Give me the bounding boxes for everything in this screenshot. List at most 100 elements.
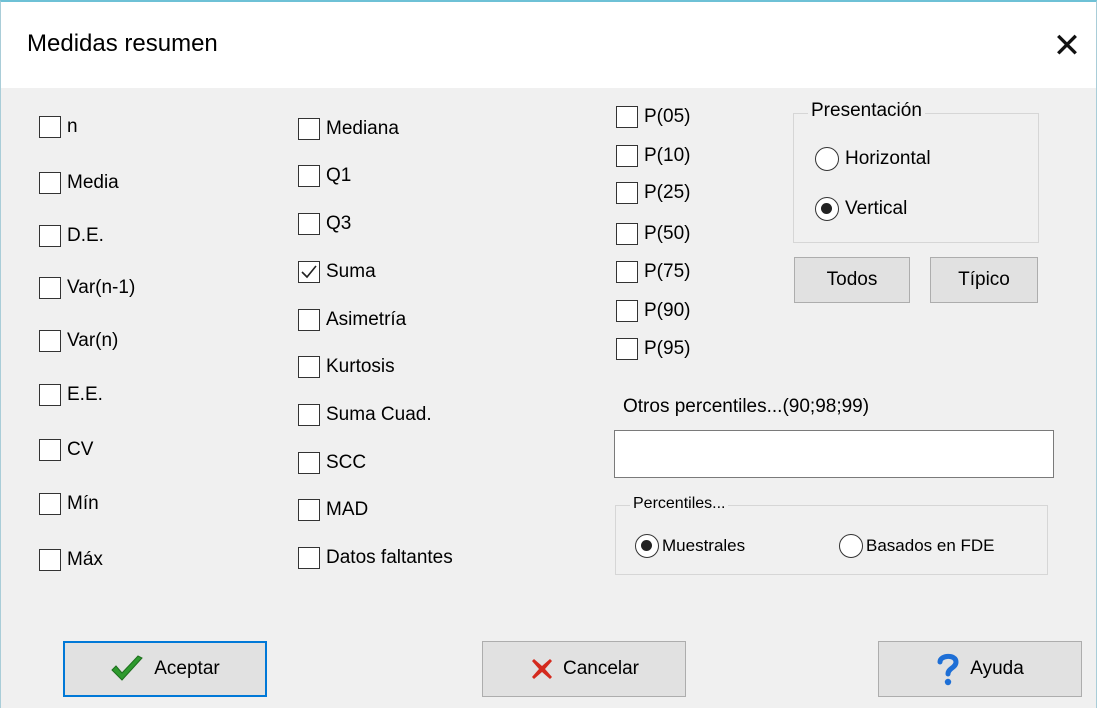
checkbox-cv[interactable]: CV <box>39 439 93 461</box>
aceptar-button[interactable]: Aceptar <box>63 641 267 697</box>
radio-circle[interactable] <box>635 534 659 558</box>
checkbox-label: E.E. <box>67 384 103 405</box>
radio-label: Vertical <box>845 198 908 219</box>
checkbox-box[interactable] <box>298 213 320 235</box>
radio-horizontal[interactable]: Horizontal <box>815 147 931 171</box>
radio-circle[interactable] <box>815 197 839 221</box>
checkbox-label: CV <box>67 439 94 460</box>
radio-circle[interactable] <box>815 147 839 171</box>
checkbox-label: Datos faltantes <box>326 547 453 568</box>
aceptar-label: Aceptar <box>154 658 220 679</box>
presentacion-group: Presentación <box>793 100 1039 243</box>
checkbox-mediana[interactable]: Mediana <box>298 118 399 140</box>
checkbox-label: D.E. <box>67 225 104 246</box>
checkbox-box[interactable] <box>616 182 638 204</box>
checkbox-box[interactable] <box>39 116 61 138</box>
x-icon <box>531 659 552 679</box>
tipico-button[interactable]: Típico <box>930 257 1038 303</box>
checkbox-box[interactable] <box>39 384 61 406</box>
checkbox-box[interactable] <box>39 277 61 299</box>
ayuda-label: Ayuda <box>970 658 1024 679</box>
checkbox-box[interactable] <box>616 338 638 360</box>
otros-percentiles-input[interactable] <box>614 430 1054 478</box>
checkbox-p95[interactable]: P(95) <box>616 338 690 360</box>
checkbox-box[interactable] <box>39 439 61 461</box>
checkbox-q1[interactable]: Q1 <box>298 165 351 187</box>
checkbox-box[interactable] <box>39 225 61 247</box>
checkbox-box[interactable] <box>616 223 638 245</box>
checkbox-label: P(90) <box>644 300 691 321</box>
checkbox-suma-cuad[interactable]: Suma Cuad. <box>298 404 432 426</box>
checkbox-label: Q3 <box>326 213 352 234</box>
checkbox-label: Q1 <box>326 165 352 186</box>
checkbox-label: Var(n-1) <box>67 277 136 298</box>
checkbox-box[interactable] <box>298 499 320 521</box>
checkbox-q3[interactable]: Q3 <box>298 213 351 235</box>
checkbox-media[interactable]: Media <box>39 172 119 194</box>
checkbox-suma[interactable]: Suma <box>298 261 376 283</box>
checkbox-box[interactable] <box>298 118 320 140</box>
checkbox-scc[interactable]: SCC <box>298 452 366 474</box>
checkbox-label: MAD <box>326 499 369 520</box>
checkbox-ee[interactable]: E.E. <box>39 384 103 406</box>
checkbox-box[interactable] <box>298 309 320 331</box>
question-icon <box>937 653 959 686</box>
checkbox-label: SCC <box>326 452 367 473</box>
checkbox-label: n <box>67 116 78 137</box>
checkmark-icon <box>301 265 317 279</box>
checkbox-label: P(05) <box>644 106 691 127</box>
checkbox-box[interactable] <box>39 330 61 352</box>
ayuda-button[interactable]: Ayuda <box>878 641 1082 697</box>
checkbox-label: Suma <box>326 261 376 282</box>
checkbox-label: P(95) <box>644 338 691 359</box>
checkbox-asimetria[interactable]: Asimetría <box>298 309 406 331</box>
checkbox-label: Asimetría <box>326 309 407 330</box>
checkbox-mad[interactable]: MAD <box>298 499 368 521</box>
close-button[interactable]: ✕ <box>1043 18 1091 74</box>
checkbox-box[interactable] <box>298 356 320 378</box>
checkbox-min[interactable]: Mín <box>39 493 99 515</box>
radio-label: Basados en FDE <box>866 536 995 555</box>
checkbox-var-n[interactable]: Var(n) <box>39 330 118 352</box>
checkbox-var-n1[interactable]: Var(n-1) <box>39 277 135 299</box>
checkbox-kurtosis[interactable]: Kurtosis <box>298 356 395 378</box>
checkbox-box[interactable] <box>39 172 61 194</box>
checkbox-label: P(25) <box>644 182 691 203</box>
checkbox-max[interactable]: Máx <box>39 549 103 571</box>
checkbox-box[interactable] <box>616 106 638 128</box>
checkbox-p05[interactable]: P(05) <box>616 106 690 128</box>
checkbox-label: Media <box>67 172 119 193</box>
title-bar: Medidas resumen ✕ <box>1 2 1096 88</box>
checkbox-box[interactable] <box>616 261 638 283</box>
checkbox-box[interactable] <box>298 261 320 283</box>
radio-label: Muestrales <box>662 536 746 555</box>
checkbox-p90[interactable]: P(90) <box>616 300 690 322</box>
todos-button[interactable]: Todos <box>794 257 910 303</box>
checkbox-box[interactable] <box>39 493 61 515</box>
checkbox-label: P(50) <box>644 223 691 244</box>
checkbox-p75[interactable]: P(75) <box>616 261 690 283</box>
checkbox-box[interactable] <box>298 547 320 569</box>
checkbox-n[interactable]: n <box>39 116 78 138</box>
checkbox-p50[interactable]: P(50) <box>616 223 690 245</box>
radio-basados-fde[interactable]: Basados en FDE <box>839 534 995 558</box>
checkbox-p25[interactable]: P(25) <box>616 182 690 204</box>
checkbox-label: Suma Cuad. <box>326 404 432 425</box>
checkbox-label: Máx <box>67 549 103 570</box>
radio-vertical[interactable]: Vertical <box>815 197 907 221</box>
checkbox-label: Kurtosis <box>326 356 395 377</box>
checkbox-box[interactable] <box>298 404 320 426</box>
checkbox-box[interactable] <box>616 300 638 322</box>
otros-percentiles-label: Otros percentiles...(90;98;99) <box>623 396 870 417</box>
checkbox-box[interactable] <box>616 145 638 167</box>
radio-circle[interactable] <box>839 534 863 558</box>
checkbox-box[interactable] <box>298 165 320 187</box>
checkbox-de[interactable]: D.E. <box>39 225 104 247</box>
radio-label: Horizontal <box>845 148 931 169</box>
checkbox-datos-faltantes[interactable]: Datos faltantes <box>298 547 453 569</box>
checkbox-box[interactable] <box>39 549 61 571</box>
checkbox-p10[interactable]: P(10) <box>616 145 690 167</box>
radio-muestrales[interactable]: Muestrales <box>635 534 745 558</box>
checkbox-box[interactable] <box>298 452 320 474</box>
cancelar-button[interactable]: Cancelar <box>482 641 686 697</box>
